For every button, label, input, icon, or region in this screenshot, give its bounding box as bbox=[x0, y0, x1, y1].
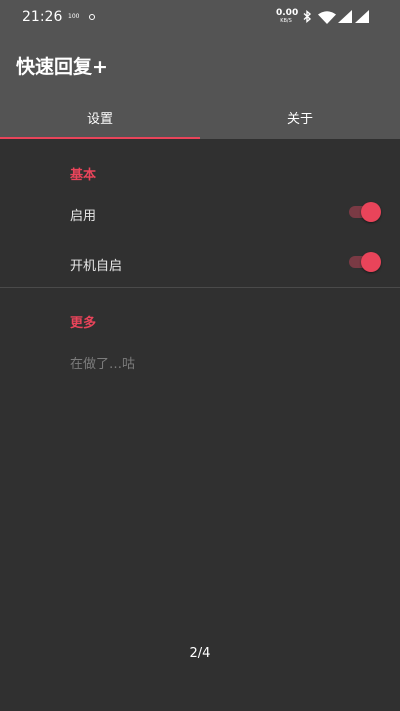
tab-settings[interactable]: 设置 bbox=[0, 96, 200, 139]
page-indicator: 2/4 bbox=[189, 646, 211, 661]
status-small-label: 100 bbox=[68, 13, 80, 20]
tab-settings-label: 设置 bbox=[86, 112, 113, 127]
pref-autostart-label[interactable]: 开机自启 bbox=[70, 255, 122, 274]
tab-about[interactable]: 关于 bbox=[200, 96, 400, 139]
network-speed-unit: KB/S bbox=[280, 18, 292, 24]
signal-icon-2 bbox=[355, 10, 369, 23]
network-speed: 0.00 KB/S bbox=[276, 8, 299, 24]
pref-enable-label[interactable]: 启用 bbox=[70, 205, 96, 224]
section-title-more: 更多 bbox=[70, 316, 97, 331]
app-header: 21:26 100 0.00 KB/S 快速回复+ 设置 关于 bbox=[0, 0, 400, 139]
more-placeholder-text: 在做了…咕 bbox=[70, 357, 136, 372]
wifi-icon bbox=[318, 11, 336, 24]
tab-about-label: 关于 bbox=[286, 112, 313, 127]
network-speed-value: 0.00 bbox=[276, 8, 299, 18]
signal-icon-1 bbox=[338, 10, 352, 23]
enable-toggle[interactable] bbox=[347, 200, 381, 224]
tab-indicator bbox=[0, 137, 200, 139]
enable-toggle-thumb bbox=[361, 202, 381, 222]
bluetooth-icon bbox=[303, 10, 312, 23]
section-title-basic: 基本 bbox=[70, 168, 97, 183]
tab-bar: 设置 关于 bbox=[0, 96, 400, 139]
autostart-toggle-thumb bbox=[361, 252, 381, 272]
notification-dot-icon bbox=[89, 14, 95, 20]
section-divider bbox=[0, 287, 400, 288]
status-time: 21:26 bbox=[22, 9, 63, 25]
app-title: 快速回复+ bbox=[16, 56, 108, 78]
autostart-toggle[interactable] bbox=[347, 250, 381, 274]
status-bar: 21:26 100 0.00 KB/S bbox=[0, 0, 400, 36]
